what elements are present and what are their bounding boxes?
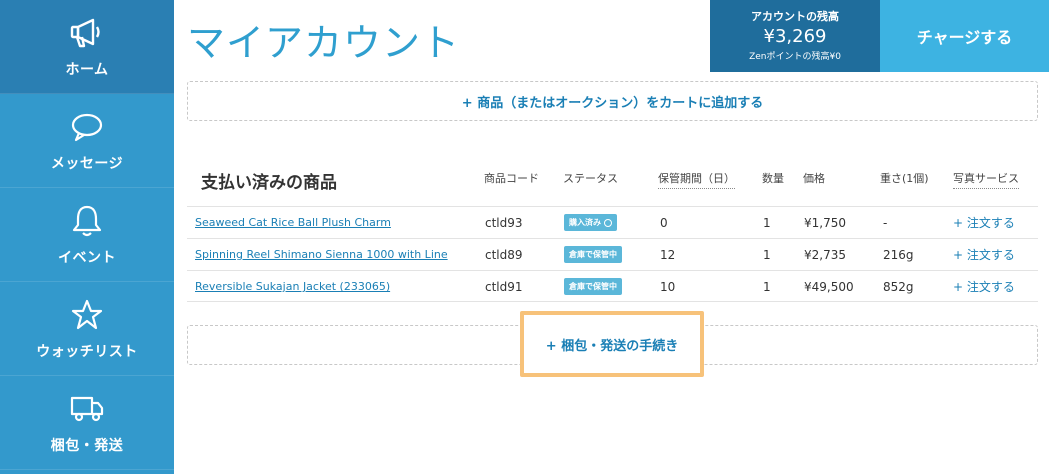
sidebar-item-shipping[interactable]: 梱包・発送 xyxy=(0,376,174,470)
points-balance: Zenポイントの残高¥0 xyxy=(749,52,841,62)
sidebar-item-label: イベント xyxy=(58,249,116,266)
page-title: マイアカウント xyxy=(187,21,461,65)
table-row: Seaweed Cat Rice Ball Plush Charm ctld93… xyxy=(187,206,1038,238)
bell-icon xyxy=(69,203,105,239)
sidebar-item-home[interactable]: ホーム xyxy=(0,0,174,94)
status-badge: 倉庫で保管中 xyxy=(564,246,622,263)
item-code: ctld93 xyxy=(485,215,523,230)
section-title: 支払い済みの商品 xyxy=(201,173,337,193)
column-header-storage[interactable]: 保管期間（日） xyxy=(658,170,735,189)
price: ¥49,500 xyxy=(804,279,854,294)
column-header-status: ステータス xyxy=(563,172,618,185)
truck-icon xyxy=(69,391,105,427)
quantity: 1 xyxy=(763,247,771,262)
add-to-cart-button[interactable]: + 商品（またはオークション）をカートに追加する xyxy=(187,81,1038,121)
clock-icon xyxy=(604,218,612,227)
status-badge: 購入済み xyxy=(564,214,617,231)
pack-and-ship-button[interactable]: + 梱包・発送の手続き xyxy=(520,311,704,377)
balance-amount: ¥3,269 xyxy=(763,26,827,47)
charge-button[interactable]: チャージする xyxy=(880,0,1049,72)
table-row: Reversible Sukajan Jacket (233065) ctld9… xyxy=(187,270,1038,302)
weight: - xyxy=(883,215,888,230)
sidebar-item-label: 梱包・発送 xyxy=(50,437,124,454)
price: ¥1,750 xyxy=(804,215,846,230)
column-header-price: 価格 xyxy=(803,172,825,185)
item-code: ctld89 xyxy=(485,247,523,262)
storage-days: 0 xyxy=(660,215,668,230)
megaphone-icon xyxy=(69,15,105,51)
weight: 852g xyxy=(883,279,914,294)
quantity: 1 xyxy=(763,279,771,294)
quantity: 1 xyxy=(763,215,771,230)
column-header-photo[interactable]: 写真サービス xyxy=(953,170,1019,189)
storage-days: 10 xyxy=(660,279,676,294)
sidebar-item-label: メッセージ xyxy=(50,155,124,172)
order-photo-button[interactable]: + 注文する xyxy=(953,246,1015,263)
column-header-weight: 重さ(1個) xyxy=(880,172,929,185)
price: ¥2,735 xyxy=(804,247,846,262)
account-balance: アカウントの残高 ¥3,269 Zenポイントの残高¥0 xyxy=(710,0,880,72)
order-photo-button[interactable]: + 注文する xyxy=(953,214,1015,231)
order-photo-button[interactable]: + 注文する xyxy=(953,278,1015,295)
sidebar-item-events[interactable]: イベント xyxy=(0,188,174,282)
status-badge: 倉庫で保管中 xyxy=(564,278,622,295)
sidebar-item-label: ウォッチリスト xyxy=(36,343,138,360)
sidebar: ホーム メッセージ イベント ウォッチリスト 梱包・発送 xyxy=(0,0,174,474)
app-root: ホーム メッセージ イベント ウォッチリスト 梱包・発送 マイアカウント アカウ… xyxy=(0,0,1049,474)
item-name-link[interactable]: Seaweed Cat Rice Ball Plush Charm xyxy=(195,216,391,229)
sidebar-item-messages[interactable]: メッセージ xyxy=(0,94,174,188)
item-name-link[interactable]: Reversible Sukajan Jacket (233065) xyxy=(195,280,390,293)
item-code: ctld91 xyxy=(485,279,523,294)
sidebar-item-watchlist[interactable]: ウォッチリスト xyxy=(0,282,174,376)
balance-label: アカウントの残高 xyxy=(751,10,839,23)
star-icon xyxy=(69,297,105,333)
item-name-link[interactable]: Spinning Reel Shimano Sienna 1000 with L… xyxy=(195,248,448,261)
column-header-qty: 数量 xyxy=(762,172,784,185)
table-row: Spinning Reel Shimano Sienna 1000 with L… xyxy=(187,238,1038,270)
column-header-code: 商品コード xyxy=(484,172,539,185)
sidebar-item-label: ホーム xyxy=(65,61,109,78)
weight: 216g xyxy=(883,247,914,262)
speech-bubble-icon xyxy=(69,109,105,145)
storage-days: 12 xyxy=(660,247,676,262)
